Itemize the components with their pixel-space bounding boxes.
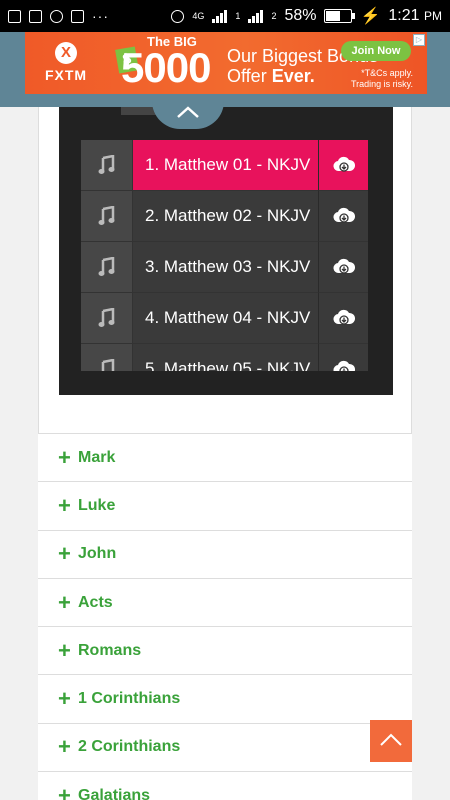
- ad-disclaimer-line2: Trading is risky.: [350, 79, 413, 89]
- book-label: Romans: [78, 641, 142, 659]
- music-note-icon: [81, 191, 133, 242]
- plus-icon: +: [58, 637, 71, 663]
- ad-amount: 5000: [121, 44, 211, 91]
- plus-icon: +: [58, 541, 71, 567]
- ad-logo: X FXTM: [35, 42, 97, 83]
- music-note-icon: [81, 344, 133, 371]
- book-label: Acts: [78, 593, 113, 611]
- network-type: 4G: [192, 10, 205, 21]
- playlist-item[interactable]: 4. Matthew 04 - NKJV: [81, 293, 368, 344]
- track-title[interactable]: 1. Matthew 01 - NKJV: [133, 140, 318, 191]
- book-label: John: [78, 545, 117, 563]
- ad-join-button[interactable]: Join Now: [341, 41, 411, 61]
- track-title[interactable]: 5. Matthew 05 - NKJV: [133, 344, 318, 371]
- ad-offer-line2: Offer Ever.: [227, 66, 315, 87]
- plus-icon: +: [58, 589, 71, 615]
- download-button[interactable]: [318, 191, 368, 242]
- sim2-label: 2: [271, 10, 277, 21]
- ad-brand: FXTM: [44, 67, 88, 83]
- ad-banner[interactable]: X FXTM $ The BIG 5000 Our Biggest Bonus …: [25, 32, 427, 94]
- playlist-item[interactable]: 1. Matthew 01 - NKJV: [81, 140, 368, 191]
- playlist-item[interactable]: 3. Matthew 03 - NKJV: [81, 242, 368, 293]
- book-label: Galatians: [78, 786, 151, 800]
- book-item[interactable]: + Acts: [38, 577, 412, 627]
- book-item[interactable]: +2 Corinthians: [38, 722, 412, 772]
- signal-sim2-icon: [248, 9, 264, 23]
- book-item[interactable]: + Romans: [38, 626, 412, 675]
- ad-disclaimer: *T&Cs apply. Trading is risky.: [345, 68, 413, 90]
- book-label: Luke: [78, 496, 116, 514]
- download-button[interactable]: [318, 293, 368, 344]
- download-button[interactable]: [318, 344, 368, 371]
- track-title[interactable]: 3. Matthew 03 - NKJV: [133, 242, 318, 293]
- book-item[interactable]: + Mark: [38, 433, 412, 482]
- plus-icon: +: [58, 444, 71, 470]
- track-title[interactable]: 4. Matthew 04 - NKJV: [133, 293, 318, 344]
- book-label: 2 Corinthians: [78, 738, 181, 756]
- track-title[interactable]: 2. Matthew 02 - NKJV: [133, 191, 318, 242]
- clock: 1:21 PM: [388, 7, 442, 25]
- scroll-to-top-button[interactable]: [370, 720, 412, 762]
- plus-icon: +: [58, 782, 71, 800]
- battery-fill: [326, 11, 341, 21]
- plus-icon: +: [58, 686, 71, 712]
- cloud-download-icon: [332, 309, 355, 325]
- book-item[interactable]: + Luke: [38, 481, 412, 530]
- music-note-icon: [81, 140, 133, 191]
- ad-banner-area: X FXTM $ The BIG 5000 Our Biggest Bonus …: [0, 32, 450, 107]
- status-right: 4G 1 2 58% ⚡ 1:21 PM: [171, 6, 442, 26]
- cloud-download-icon: [332, 156, 355, 172]
- plus-icon: +: [58, 734, 71, 760]
- mail-icon: [71, 9, 84, 23]
- plus-icon: +: [58, 492, 71, 518]
- status-bar: ··· 4G 1 2 58% ⚡ 1:21 PM: [0, 0, 450, 32]
- book-item[interactable]: + John: [38, 529, 412, 578]
- book-list: + Mark + Luke + John + Acts + Romans +1 Corinthian…: [38, 433, 412, 800]
- cloud-download-icon: [332, 360, 355, 371]
- book-label: Mark: [78, 448, 116, 466]
- cloud-download-icon: [332, 207, 355, 223]
- download-button[interactable]: [318, 140, 368, 191]
- chevron-up-icon: [380, 733, 402, 746]
- sim1-label: 1: [235, 10, 241, 21]
- cloud-download-icon: [332, 258, 355, 274]
- music-note-icon: [81, 293, 133, 344]
- music-note-icon: [81, 242, 133, 293]
- playlist-item[interactable]: 2. Matthew 02 - NKJV: [81, 191, 368, 242]
- signal-sim1-icon: [212, 9, 228, 23]
- book-label: 1 Corinthians: [78, 690, 181, 708]
- playlist: 1. Matthew 01 - NKJV 2. Matthew 02 - NKJV…: [81, 140, 368, 371]
- chevron-up-icon: [177, 106, 199, 118]
- image-icon: [29, 9, 42, 23]
- download-button[interactable]: [318, 242, 368, 293]
- more-notifications-icon: ···: [92, 8, 109, 24]
- ad-offer-line2-b: Ever.: [271, 66, 315, 86]
- charging-icon: ⚡: [360, 8, 381, 25]
- book-item[interactable]: + Galatians: [38, 771, 412, 800]
- battery-percent: 58%: [284, 7, 317, 24]
- ad-offer-line2-a: Offer: [227, 66, 272, 86]
- adchoices-icon[interactable]: ▷: [413, 34, 425, 46]
- status-left: ···: [8, 8, 109, 24]
- fxtm-logo-icon: X: [55, 42, 77, 64]
- battery-icon: [324, 9, 356, 23]
- ad-disclaimer-line1: *T&Cs apply.: [361, 68, 413, 78]
- hotspot-icon: [50, 9, 63, 23]
- clock-time: 1:21: [388, 7, 420, 24]
- book-item[interactable]: +1 Corinthians: [38, 674, 412, 723]
- usb-icon: [8, 9, 21, 23]
- alarm-icon: [171, 9, 185, 23]
- playlist-item[interactable]: 5. Matthew 05 - NKJV: [81, 344, 368, 371]
- clock-ampm: PM: [424, 9, 442, 23]
